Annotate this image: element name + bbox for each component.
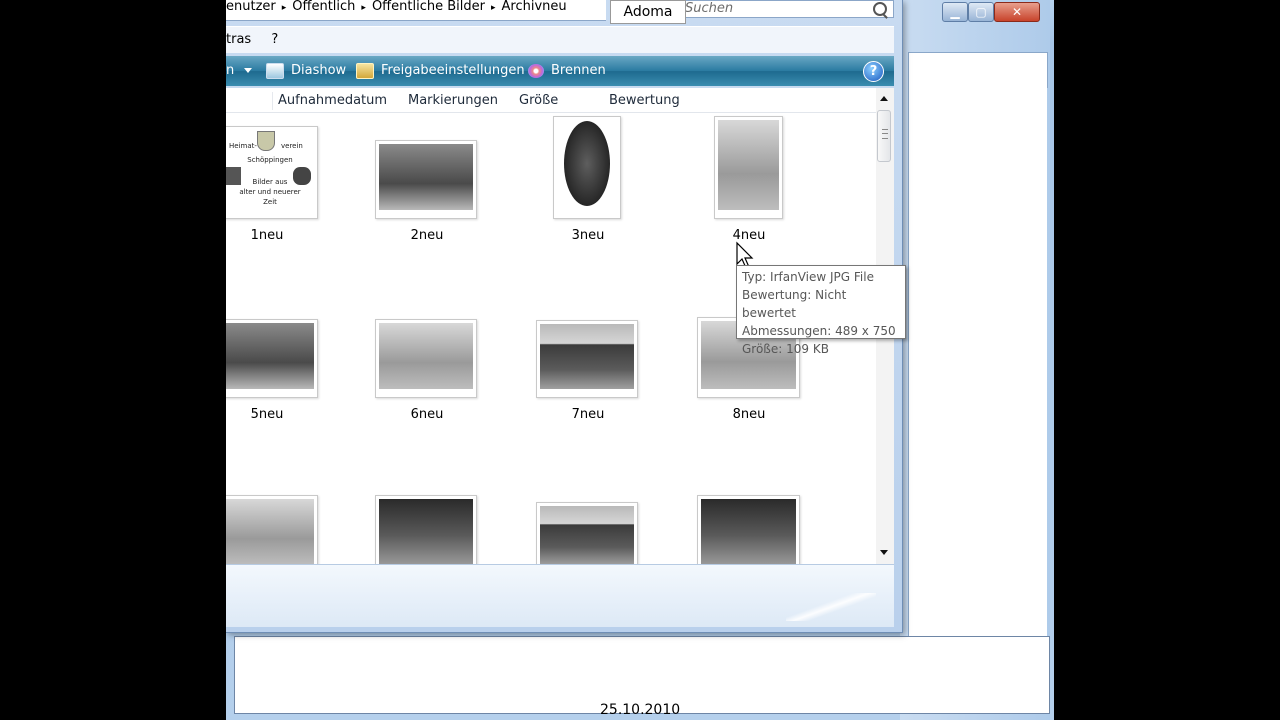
screen: ▁ ▢ ✕ enutzer ▸ Öffentlich ▸ Öffentliche Bil…: [226, 0, 1054, 720]
close-button[interactable]: ✕: [994, 2, 1040, 22]
file-name[interactable]: 3neu: [533, 228, 643, 243]
taskbar-tooltip: Adoma: [610, 0, 686, 24]
search-icon[interactable]: [873, 2, 887, 16]
search-input[interactable]: Suchen: [678, 0, 894, 18]
breadcrumb-item[interactable]: Öffentlich: [292, 0, 355, 14]
column-aufnahmedatum[interactable]: Aufnahmedatum: [278, 88, 387, 114]
breadcrumb-item[interactable]: enutzer: [226, 0, 276, 14]
file-name[interactable]: 5neu: [226, 407, 322, 422]
flyer-text: Schöppingen: [247, 156, 293, 164]
breadcrumb[interactable]: enutzer ▸ Öffentlich ▸ Öffentliche Bilder ▸ Ar…: [226, 0, 606, 21]
burn-button[interactable]: Brennen: [528, 56, 606, 86]
file-name[interactable]: 7neu: [533, 407, 643, 422]
help-icon[interactable]: ?: [863, 61, 884, 82]
file-name[interactable]: 8neu: [694, 407, 804, 422]
thumbnail-row3-2[interactable]: [375, 495, 477, 566]
file-tooltip: Typ: IrfanView JPG File Bewertung: Nicht…: [736, 265, 906, 356]
share-settings-button[interactable]: Freigabeeinstellungen: [356, 56, 525, 86]
column-divider[interactable]: [272, 92, 273, 110]
thumbnail-3neu[interactable]: [553, 116, 621, 219]
menu-bar: tras ?: [226, 26, 894, 53]
tooltip-size: Größe: 109 KB: [742, 342, 829, 356]
file-name[interactable]: 1neu: [226, 228, 322, 243]
flyer-image: Heimat- verein Schöppingen Bilder aus al…: [226, 127, 317, 218]
diashow-label: Diashow: [291, 63, 347, 78]
share-settings-label: Freigabeeinstellungen: [381, 63, 525, 78]
share-icon: [356, 62, 374, 79]
slideshow-icon: [266, 62, 284, 79]
chevron-right-icon[interactable]: ▸: [361, 1, 366, 15]
thumbnail-row3-3[interactable]: [536, 502, 638, 566]
thumbnail-6neu[interactable]: [375, 319, 477, 398]
tooltip-rating: Bewertung: Nicht bewertet: [742, 288, 847, 320]
search-placeholder: Suchen: [685, 1, 734, 16]
chevron-right-icon[interactable]: ▸: [491, 1, 496, 15]
organize-label: n: [226, 63, 235, 78]
crest-icon: [257, 131, 275, 151]
burn-label: Brennen: [551, 63, 606, 78]
details-pane: [226, 564, 894, 627]
column-bewertung[interactable]: Bewertung: [609, 88, 680, 114]
photo: [379, 144, 473, 210]
photo: [718, 120, 779, 210]
tooltip-type: Typ: IrfanView JPG File: [742, 270, 874, 284]
breadcrumb-item[interactable]: Öffentliche Bilder: [372, 0, 485, 14]
photo: [226, 323, 314, 389]
photo: [564, 121, 610, 206]
disc-icon: [528, 63, 544, 78]
flyer-photo: [293, 167, 311, 185]
menu-item-extras[interactable]: tras: [226, 32, 251, 47]
photo: [379, 499, 473, 565]
minimize-button[interactable]: ▁: [942, 2, 968, 22]
background-window-pane: [908, 86, 1047, 686]
thumbnail-4neu[interactable]: [714, 116, 783, 219]
thumbnail-5neu[interactable]: [226, 319, 318, 398]
photo: [540, 506, 634, 565]
menu-item-help[interactable]: ?: [271, 32, 278, 47]
flyer-text: Heimat-: [229, 142, 257, 150]
column-groesse[interactable]: Größe: [519, 88, 558, 114]
thumbnail-7neu[interactable]: [536, 320, 638, 398]
thumbnail-2neu[interactable]: [375, 140, 477, 219]
decorative-swoosh: [786, 593, 876, 621]
photo: [226, 499, 314, 565]
maximize-button[interactable]: ▢: [968, 2, 994, 22]
file-name[interactable]: 2neu: [372, 228, 482, 243]
flyer-photo: [226, 167, 241, 185]
column-header: Aufnahmedatum Markierungen Größe Bewertu…: [226, 88, 876, 113]
thumbnail-row3-1[interactable]: [226, 495, 318, 566]
photo: [379, 323, 473, 389]
diashow-button[interactable]: Diashow: [266, 56, 346, 86]
date-overlay: 25.10.2010: [600, 702, 681, 718]
breadcrumb-item[interactable]: Archivneu: [502, 0, 567, 14]
column-markierungen[interactable]: Markierungen: [408, 88, 498, 114]
photo: [540, 324, 634, 389]
tooltip-dimensions: Abmessungen: 489 x 750: [742, 324, 896, 338]
photo: [701, 499, 796, 565]
scroll-thumb[interactable]: [877, 110, 891, 162]
background-window-address: [908, 52, 1048, 88]
flyer-text: verein: [281, 142, 303, 150]
explorer-window: enutzer ▸ Öffentlich ▸ Öffentliche Bilder ▸ Ar…: [226, 0, 906, 633]
chevron-right-icon[interactable]: ▸: [282, 1, 287, 15]
thumbnail-1neu[interactable]: Heimat- verein Schöppingen Bilder aus al…: [226, 126, 318, 219]
command-bar: n Diashow Freigabeeinstellungen Brennen …: [226, 56, 894, 86]
scroll-down-icon[interactable]: [880, 550, 888, 555]
organize-button[interactable]: n: [226, 56, 234, 86]
file-name[interactable]: 6neu: [372, 407, 482, 422]
flyer-text: alter und neuerer: [239, 188, 301, 196]
thumbnail-row3-4[interactable]: [697, 495, 800, 566]
file-name[interactable]: 4neu: [694, 228, 804, 243]
chevron-down-icon[interactable]: [244, 68, 252, 73]
flyer-text: Zeit: [263, 198, 277, 206]
flyer-header: Heimat- verein: [226, 131, 317, 151]
scroll-up-icon[interactable]: [880, 96, 888, 101]
